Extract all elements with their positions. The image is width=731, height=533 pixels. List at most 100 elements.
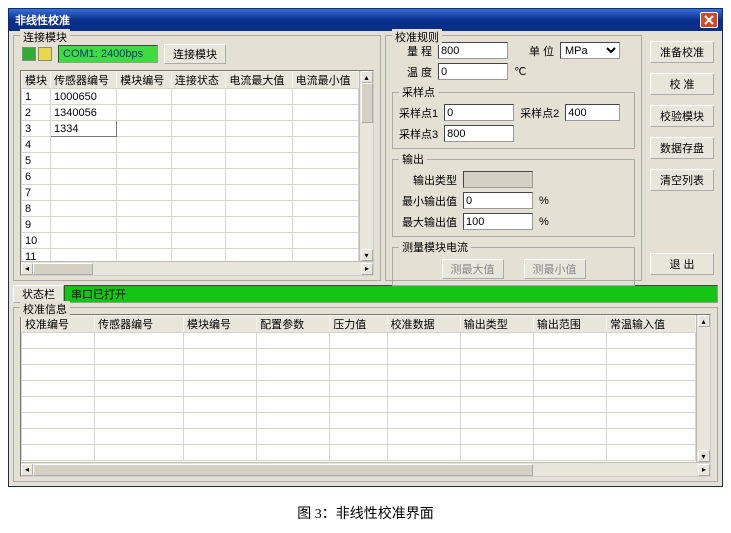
table-row[interactable]: 21340056 (22, 105, 359, 121)
scroll-down-icon[interactable]: ▾ (361, 249, 373, 261)
module-grid-hscroll[interactable]: ◂ ▸ (21, 261, 373, 275)
table-row[interactable]: 9 (22, 217, 359, 233)
col-module-id[interactable]: 模块编号 (184, 316, 257, 333)
col-pressure[interactable]: 压力值 (330, 316, 387, 333)
sample-points-fieldset: 采样点 采样点1 采样点2 采样点3 (392, 84, 635, 149)
sensor-id-editing-cell[interactable]: 1334 (51, 121, 117, 137)
com-indicator: COM1: 2400bps (58, 45, 158, 63)
calibration-info-group: 校准信息 校准编号 传感器编号 模块编号 配置参数 压力值 校准数据 (13, 307, 718, 482)
col-module[interactable]: 模块 (22, 72, 51, 89)
info-grid-hscroll[interactable]: ◂ ▸ (21, 462, 710, 476)
col-conn-state[interactable]: 连接状态 (171, 72, 226, 89)
out-max-input[interactable] (463, 213, 533, 230)
col-output-range[interactable]: 输出范围 (533, 316, 606, 333)
titlebar: 非线性校准 (9, 9, 722, 31)
module-table[interactable]: 模块 传感器编号 模块编号 连接状态 电流最大值 电流最小值 11000650 … (21, 71, 359, 261)
temp-input[interactable] (438, 63, 508, 80)
connect-button[interactable]: 连接模块 (164, 44, 226, 64)
connect-group-label: 连接模块 (20, 29, 70, 45)
col-sensor-id[interactable]: 传感器编号 (95, 316, 184, 333)
calibrate-button[interactable]: 校 准 (650, 73, 714, 95)
status-value: 串口已打开 (64, 285, 718, 303)
measure-current-fieldset: 测量模块电流 测最大值 测最小值 (392, 239, 635, 286)
sp1-label: 采样点1 (399, 105, 438, 121)
table-row[interactable]: 31334 (22, 121, 359, 137)
info-grid: 校准编号 传感器编号 模块编号 配置参数 压力值 校准数据 输出类型 输出范围 … (20, 314, 711, 477)
prepare-calibration-button[interactable]: 准备校准 (650, 41, 714, 63)
col-output-type[interactable]: 输出类型 (460, 316, 533, 333)
table-row[interactable]: 11000650 (22, 89, 359, 105)
scroll-up-icon[interactable]: ▴ (361, 71, 373, 83)
range-input[interactable] (438, 42, 508, 59)
col-sensor-id[interactable]: 传感器编号 (51, 72, 117, 89)
table-row[interactable] (22, 381, 696, 397)
sp1-input[interactable] (444, 104, 514, 121)
measure-min-button[interactable]: 测最小值 (524, 259, 586, 279)
col-imax[interactable]: 电流最大值 (226, 72, 292, 89)
scroll-thumb[interactable] (33, 464, 533, 476)
temp-label: 温 度 (392, 64, 432, 80)
table-row[interactable] (22, 429, 696, 445)
scroll-left-icon[interactable]: ◂ (21, 464, 33, 476)
table-row[interactable] (22, 397, 696, 413)
table-row[interactable]: 6 (22, 169, 359, 185)
sp2-input[interactable] (565, 104, 620, 121)
info-grid-vscroll[interactable]: ▴ ▾ (696, 315, 710, 462)
verify-module-button[interactable]: 校验模块 (650, 105, 714, 127)
port-icon-green (22, 47, 36, 61)
out-type-input[interactable] (463, 171, 533, 188)
scroll-up-icon[interactable]: ▴ (698, 315, 710, 327)
scroll-left-icon[interactable]: ◂ (21, 263, 33, 275)
scroll-down-icon[interactable]: ▾ (698, 450, 710, 462)
table-row[interactable] (22, 413, 696, 429)
scroll-right-icon[interactable]: ▸ (698, 464, 710, 476)
rules-group-label: 校准规则 (392, 29, 442, 45)
unit-select[interactable]: MPa (560, 42, 620, 59)
sp3-input[interactable] (444, 125, 514, 142)
table-row[interactable]: 10 (22, 233, 359, 249)
out-min-unit: % (539, 195, 549, 207)
scroll-thumb[interactable] (33, 263, 93, 275)
out-min-input[interactable] (463, 192, 533, 209)
figure-caption: 图 3：非线性校准界面 (8, 503, 723, 523)
table-row[interactable]: 5 (22, 153, 359, 169)
clear-list-button[interactable]: 清空列表 (650, 169, 714, 191)
table-header-row: 模块 传感器编号 模块编号 连接状态 电流最大值 电流最小值 (22, 72, 359, 89)
col-roomtemp-input[interactable]: 常温输入值 (607, 316, 696, 333)
scroll-right-icon[interactable]: ▸ (361, 263, 373, 275)
col-module-id[interactable]: 模块编号 (117, 72, 172, 89)
unit-label: 单 位 (514, 43, 554, 59)
table-row[interactable]: 7 (22, 185, 359, 201)
table-row[interactable]: 11 (22, 249, 359, 262)
out-type-label: 输出类型 (399, 172, 457, 188)
module-grid-vscroll[interactable]: ▴ ▾ (359, 71, 373, 261)
table-row[interactable] (22, 445, 696, 461)
calibration-rules-group: 校准规则 量 程 单 位 MPa 温 度 ℃ 采样点 采样点1 (385, 35, 642, 281)
out-max-unit: % (539, 216, 549, 228)
scroll-thumb[interactable] (361, 83, 373, 123)
measure-max-button[interactable]: 测最大值 (442, 259, 504, 279)
table-row[interactable]: 4 (22, 137, 359, 153)
sp2-label: 采样点2 (520, 105, 559, 121)
status-bar: 状态栏 串口已打开 (13, 285, 718, 303)
table-row[interactable] (22, 349, 696, 365)
col-calib-data[interactable]: 校准数据 (387, 316, 460, 333)
col-calib-id[interactable]: 校准编号 (22, 316, 95, 333)
measure-legend: 测量模块电流 (399, 239, 471, 255)
save-data-button[interactable]: 数据存盘 (650, 137, 714, 159)
sp3-label: 采样点3 (399, 126, 438, 142)
out-min-label: 最小输出值 (399, 193, 457, 209)
info-table[interactable]: 校准编号 传感器编号 模块编号 配置参数 压力值 校准数据 输出类型 输出范围 … (21, 315, 696, 461)
col-imin[interactable]: 电流最小值 (292, 72, 358, 89)
exit-button[interactable]: 退 出 (650, 253, 714, 275)
table-row[interactable]: 8 (22, 201, 359, 217)
output-legend: 输出 (399, 151, 427, 167)
table-row[interactable] (22, 333, 696, 349)
table-header-row: 校准编号 传感器编号 模块编号 配置参数 压力值 校准数据 输出类型 输出范围 … (22, 316, 696, 333)
close-button[interactable] (700, 12, 718, 28)
table-row[interactable] (22, 365, 696, 381)
window-title: 非线性校准 (13, 12, 70, 28)
out-max-label: 最大输出值 (399, 214, 457, 230)
col-config-params[interactable]: 配置参数 (257, 316, 330, 333)
info-group-label: 校准信息 (20, 301, 70, 317)
